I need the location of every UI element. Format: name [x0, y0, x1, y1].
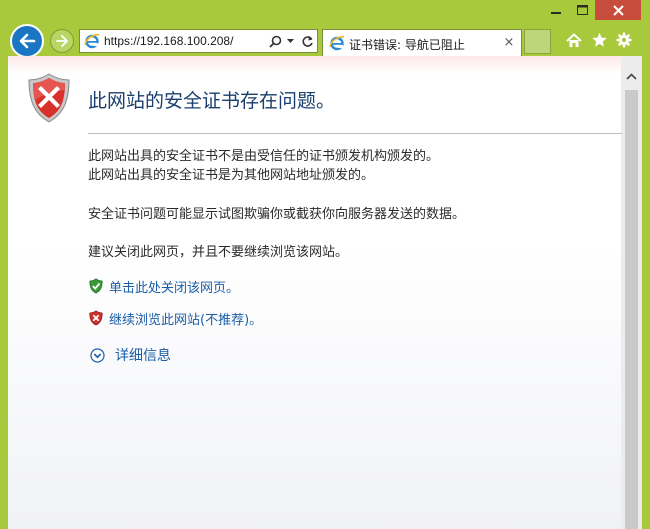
tab-close-button[interactable]: ×: [501, 34, 517, 50]
green-shield-icon: [89, 278, 103, 294]
ie-tab-icon: [329, 36, 345, 51]
browser-window: https://192.168.100.208/ 证书错误: 导航已阻止 × 此…: [0, 0, 650, 529]
chevron-up-icon: [626, 72, 637, 80]
minimize-icon: [551, 12, 561, 14]
vertical-scrollbar[interactable]: [621, 56, 642, 529]
minimize-button[interactable]: [543, 0, 569, 20]
forward-arrow-icon: [56, 35, 68, 47]
scroll-up-button[interactable]: [621, 66, 642, 86]
close-page-link-row[interactable]: 单击此处关闭该网页。: [88, 277, 239, 296]
divider: [88, 133, 622, 134]
continue-to-website-link[interactable]: 继续浏览此网站(不推荐)。: [109, 309, 262, 328]
more-information-toggle[interactable]: 详细信息: [90, 345, 171, 365]
home-icon[interactable]: [563, 29, 585, 51]
tab-certificate-error[interactable]: 证书错误: 导航已阻止 ×: [322, 29, 522, 56]
ie-logo-icon: [84, 34, 100, 49]
maximize-button[interactable]: [569, 0, 595, 20]
new-tab-button[interactable]: [524, 29, 551, 54]
close-window-button[interactable]: [595, 0, 641, 20]
error-shield-icon: [28, 73, 70, 123]
title-bar: [0, 0, 650, 26]
forward-button[interactable]: [50, 29, 74, 53]
reason-untrusted-ca: 此网站出具的安全证书不是由受信任的证书颁发机构颁发的。: [88, 149, 440, 164]
tab-title: 证书错误: 导航已阻止: [349, 38, 465, 52]
gear-icon[interactable]: [613, 29, 635, 51]
star-icon[interactable]: [588, 29, 610, 51]
address-bar[interactable]: https://192.168.100.208/: [79, 29, 318, 53]
back-arrow-icon: [19, 33, 36, 49]
close-icon: [612, 4, 624, 16]
expand-chevron-icon: [90, 347, 105, 363]
page-title: 此网站的安全证书存在问题。: [88, 90, 336, 112]
scroll-thumb[interactable]: [625, 90, 638, 529]
red-shield-icon: [89, 310, 103, 326]
more-information-label[interactable]: 详细信息: [115, 345, 171, 365]
advice-text: 建议关闭此网页，并且不要继续浏览该网站。: [88, 245, 349, 260]
continue-link-row[interactable]: 继续浏览此网站(不推荐)。: [88, 309, 262, 328]
dropdown-icon[interactable]: [283, 32, 299, 50]
url-text[interactable]: https://192.168.100.208/: [104, 34, 233, 48]
search-icon[interactable]: [267, 32, 283, 50]
refresh-icon[interactable]: [299, 32, 315, 50]
close-page-link[interactable]: 单击此处关闭该网页。: [109, 277, 239, 296]
warning-text: 安全证书问题可能显示试图欺骗你或截获你向服务器发送的数据。: [88, 207, 466, 222]
maximize-icon: [576, 5, 588, 15]
reason-name-mismatch: 此网站出具的安全证书是为其他网站地址颁发的。: [88, 168, 375, 183]
back-button[interactable]: [10, 24, 44, 58]
